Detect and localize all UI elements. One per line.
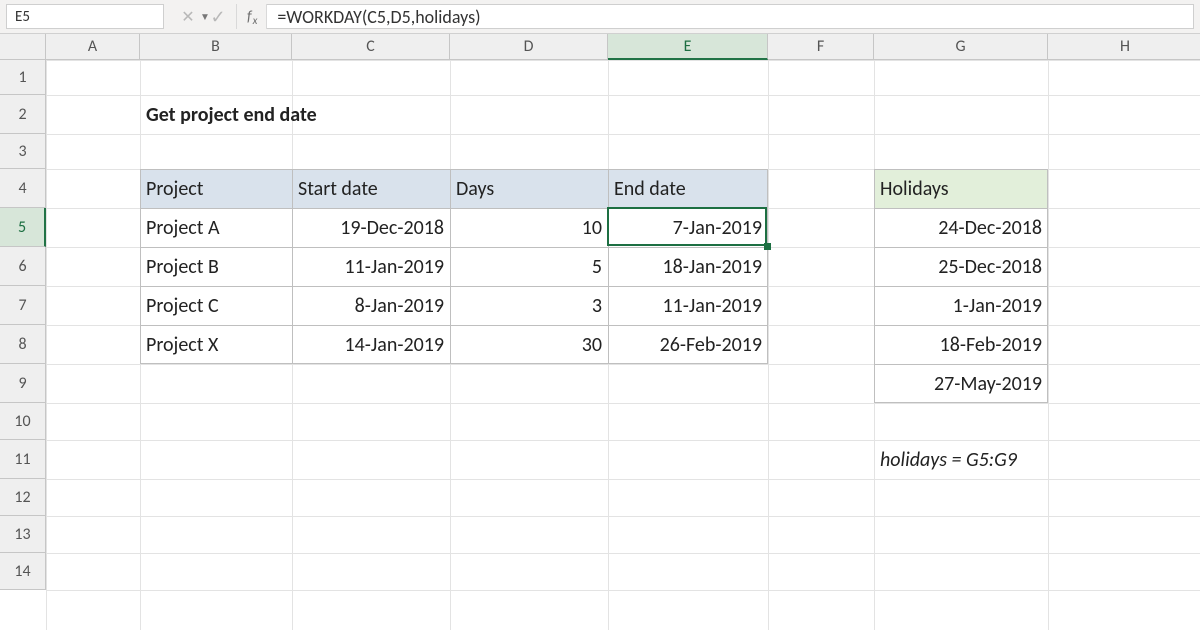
column-header-D[interactable]: D	[450, 34, 608, 60]
table-cell-days[interactable]: 3	[450, 286, 608, 325]
cancel-icon: ✕	[180, 7, 196, 27]
formula-edit-buttons: ✕ ✓	[170, 4, 237, 29]
worksheet[interactable]: ABCDEFGH 1234567891011121314 Get project…	[0, 34, 1200, 630]
column-header-G[interactable]: G	[874, 34, 1048, 60]
page-title: Get project end date	[140, 95, 608, 134]
table-cell-start[interactable]: 8-Jan-2019	[292, 286, 450, 325]
table-cell-start[interactable]: 11-Jan-2019	[292, 247, 450, 286]
table-header[interactable]: Project	[140, 169, 292, 208]
table-header[interactable]: Start date	[292, 169, 450, 208]
fx-f: f	[247, 8, 252, 26]
column-header-H[interactable]: H	[1048, 34, 1200, 60]
column-header-A[interactable]: A	[46, 34, 140, 60]
holidays-item[interactable]: 18-Feb-2019	[874, 325, 1048, 364]
table-cell-project[interactable]: Project B	[140, 247, 292, 286]
holidays-item[interactable]: 24-Dec-2018	[874, 208, 1048, 247]
column-header-E[interactable]: E	[608, 34, 768, 60]
table-cell-start[interactable]: 14-Jan-2019	[292, 325, 450, 364]
column-header-B[interactable]: B	[140, 34, 292, 60]
row-header-12[interactable]: 12	[0, 479, 46, 516]
row-header-5[interactable]: 5	[0, 208, 46, 247]
formula-input-wrapper[interactable]	[267, 4, 1194, 29]
row-header-1[interactable]: 1	[0, 60, 46, 95]
table-cell-end[interactable]: 26-Feb-2019	[608, 325, 768, 364]
row-header-9[interactable]: 9	[0, 364, 46, 403]
table-cell-end[interactable]: 7-Jan-2019	[608, 208, 768, 247]
table-cell-end[interactable]: 18-Jan-2019	[608, 247, 768, 286]
holidays-item[interactable]: 25-Dec-2018	[874, 247, 1048, 286]
formula-bar: ▼ ✕ ✓ fx	[0, 0, 1200, 34]
holidays-header[interactable]: Holidays	[874, 169, 1048, 208]
table-cell-end[interactable]: 11-Jan-2019	[608, 286, 768, 325]
enter-icon: ✓	[210, 6, 226, 28]
holidays-item[interactable]: 27-May-2019	[874, 364, 1048, 403]
column-header-C[interactable]: C	[292, 34, 450, 60]
holidays-item[interactable]: 1-Jan-2019	[874, 286, 1048, 325]
table-header[interactable]: End date	[608, 169, 768, 208]
table-cell-days[interactable]: 5	[450, 247, 608, 286]
row-header-13[interactable]: 13	[0, 516, 46, 553]
row-header-10[interactable]: 10	[0, 403, 46, 440]
row-headers: 1234567891011121314	[0, 60, 46, 590]
table-cell-project[interactable]: Project C	[140, 286, 292, 325]
named-range-note: holidays = G5:G9	[874, 440, 1200, 479]
table-header[interactable]: Days	[450, 169, 608, 208]
table-cell-start[interactable]: 19-Dec-2018	[292, 208, 450, 247]
table-cell-project[interactable]: Project X	[140, 325, 292, 364]
row-header-2[interactable]: 2	[0, 95, 46, 134]
row-header-6[interactable]: 6	[0, 247, 46, 286]
row-header-4[interactable]: 4	[0, 169, 46, 208]
column-header-F[interactable]: F	[768, 34, 874, 60]
row-header-3[interactable]: 3	[0, 134, 46, 169]
table-cell-days[interactable]: 30	[450, 325, 608, 364]
insert-function-button[interactable]: fx	[237, 4, 267, 29]
fx-x: x	[253, 14, 258, 27]
row-header-8[interactable]: 8	[0, 325, 46, 364]
column-headers: ABCDEFGH	[46, 34, 1200, 60]
table-cell-days[interactable]: 10	[450, 208, 608, 247]
table-cell-project[interactable]: Project A	[140, 208, 292, 247]
formula-input[interactable]	[267, 6, 1193, 28]
row-header-11[interactable]: 11	[0, 440, 46, 479]
row-header-14[interactable]: 14	[0, 553, 46, 590]
row-header-7[interactable]: 7	[0, 286, 46, 325]
select-all-corner[interactable]	[0, 34, 46, 60]
name-box-wrapper[interactable]: ▼	[6, 4, 164, 29]
